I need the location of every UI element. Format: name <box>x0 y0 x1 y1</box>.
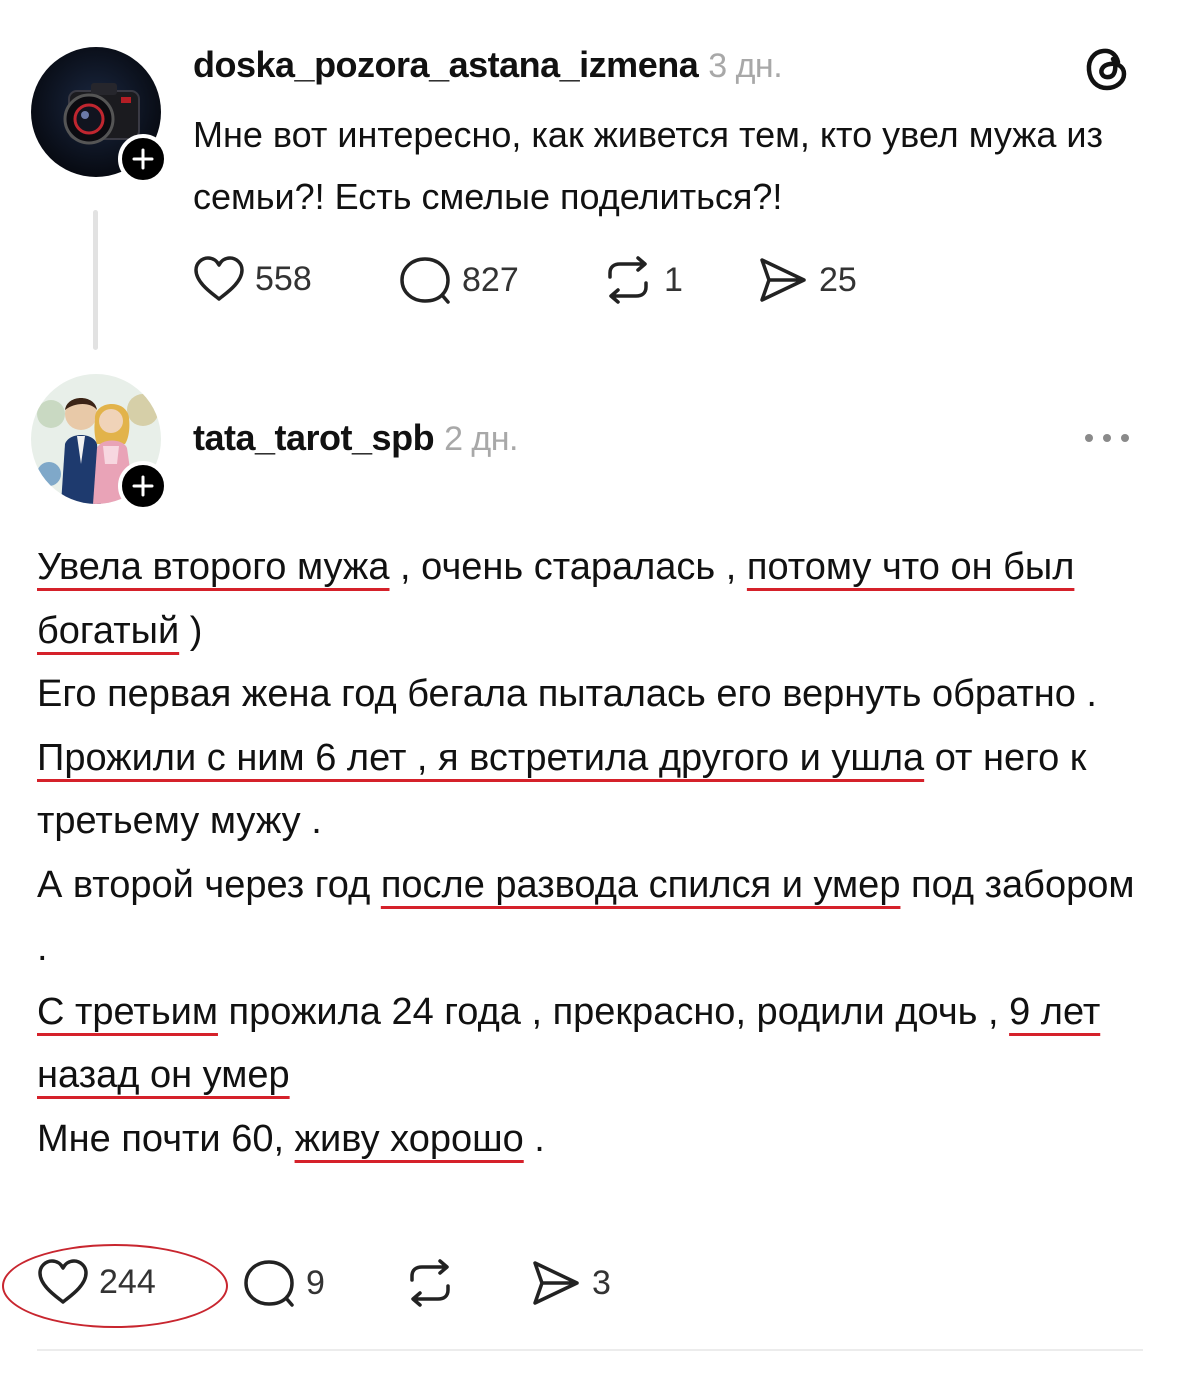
post2-username[interactable]: tata_tarot_spb <box>193 417 435 458</box>
post1-comment-count: 827 <box>462 260 519 299</box>
repost-icon <box>608 256 648 304</box>
post2-share-button[interactable]: 3 <box>530 1258 611 1308</box>
post2-like-button[interactable]: 244 <box>37 1258 156 1306</box>
post2-comment-button[interactable]: 9 <box>242 1258 325 1308</box>
underlined-phrase: живу хорошо <box>294 1117 524 1160</box>
comment-icon <box>244 1260 294 1307</box>
more-options-icon[interactable] <box>1082 428 1132 453</box>
share-icon <box>533 1261 579 1305</box>
post1-repost-button[interactable]: 1 <box>602 255 683 305</box>
underlined-phrase: после развода спился и умер <box>380 863 901 906</box>
post2-paragraph: Прожили с ним 6 лет , я встретила другог… <box>37 727 1147 854</box>
heart-icon <box>194 256 244 301</box>
post1-share-button[interactable]: 25 <box>757 255 857 305</box>
post2-header: tata_tarot_spb 2 дн. <box>193 417 518 459</box>
post2-paragraph: Его первая жена год бегала пыталась его … <box>37 663 1147 727</box>
post2-text: Увела второго мужа , очень старалась , п… <box>37 536 1147 1171</box>
post2-like-count: 244 <box>99 1262 156 1301</box>
post1-header: doska_pozora_astana_izmena 3 дн. <box>193 44 783 86</box>
threads-logo-icon[interactable] <box>1083 44 1131 99</box>
comment-icon <box>400 257 450 304</box>
post2-time: 2 дн. <box>444 420 518 458</box>
text-run: прожила 24 года , прекрасно, родили дочь… <box>217 990 1010 1033</box>
text-run: А второй через год <box>37 863 381 906</box>
post1-username[interactable]: doska_pozora_astana_izmena <box>193 44 699 85</box>
follow-button-tata[interactable] <box>118 461 168 511</box>
text-run: Его первая жена год бегала пыталась его … <box>37 673 1097 715</box>
follow-button-doska[interactable] <box>118 134 168 184</box>
text-run: ) <box>179 609 203 652</box>
post2-repost-button[interactable] <box>404 1258 466 1308</box>
post-divider <box>37 1349 1143 1351</box>
repost-icon <box>410 1259 450 1307</box>
post1-repost-count: 1 <box>664 260 683 299</box>
text-run: , очень старалась , <box>389 546 747 588</box>
heart-icon <box>38 1259 88 1304</box>
post2-paragraph: А второй через год после развода спился … <box>37 854 1147 981</box>
underlined-phrase: Прожили с ним 6 лет , я встретила другог… <box>37 736 925 779</box>
post1-like-button[interactable]: 558 <box>193 255 312 303</box>
text-run: Мне почти 60, <box>37 1117 295 1160</box>
post1-share-count: 25 <box>819 260 857 299</box>
underlined-phrase: С третьим <box>37 990 218 1033</box>
post2-paragraph: Мне почти 60, живу хорошо . <box>37 1108 1147 1172</box>
post2-paragraph: С третьим прожила 24 года , прекрасно, р… <box>37 981 1147 1108</box>
post2-comment-count: 9 <box>306 1263 325 1302</box>
post1-like-count: 558 <box>255 259 312 298</box>
post2-paragraph: Увела второго мужа , очень старалась , п… <box>37 536 1147 663</box>
plus-icon <box>132 475 154 497</box>
underlined-phrase: Увела второго мужа <box>37 546 390 588</box>
thread-connector-line <box>93 210 98 350</box>
post1-time: 3 дн. <box>708 47 783 85</box>
share-icon <box>760 258 806 302</box>
text-run: . <box>523 1117 545 1160</box>
post1-text: Мне вот интересно, как живется тем, кто … <box>193 114 1103 217</box>
post1-comment-button[interactable]: 827 <box>398 255 519 305</box>
post2-share-count: 3 <box>592 1263 611 1302</box>
plus-icon <box>132 148 154 170</box>
